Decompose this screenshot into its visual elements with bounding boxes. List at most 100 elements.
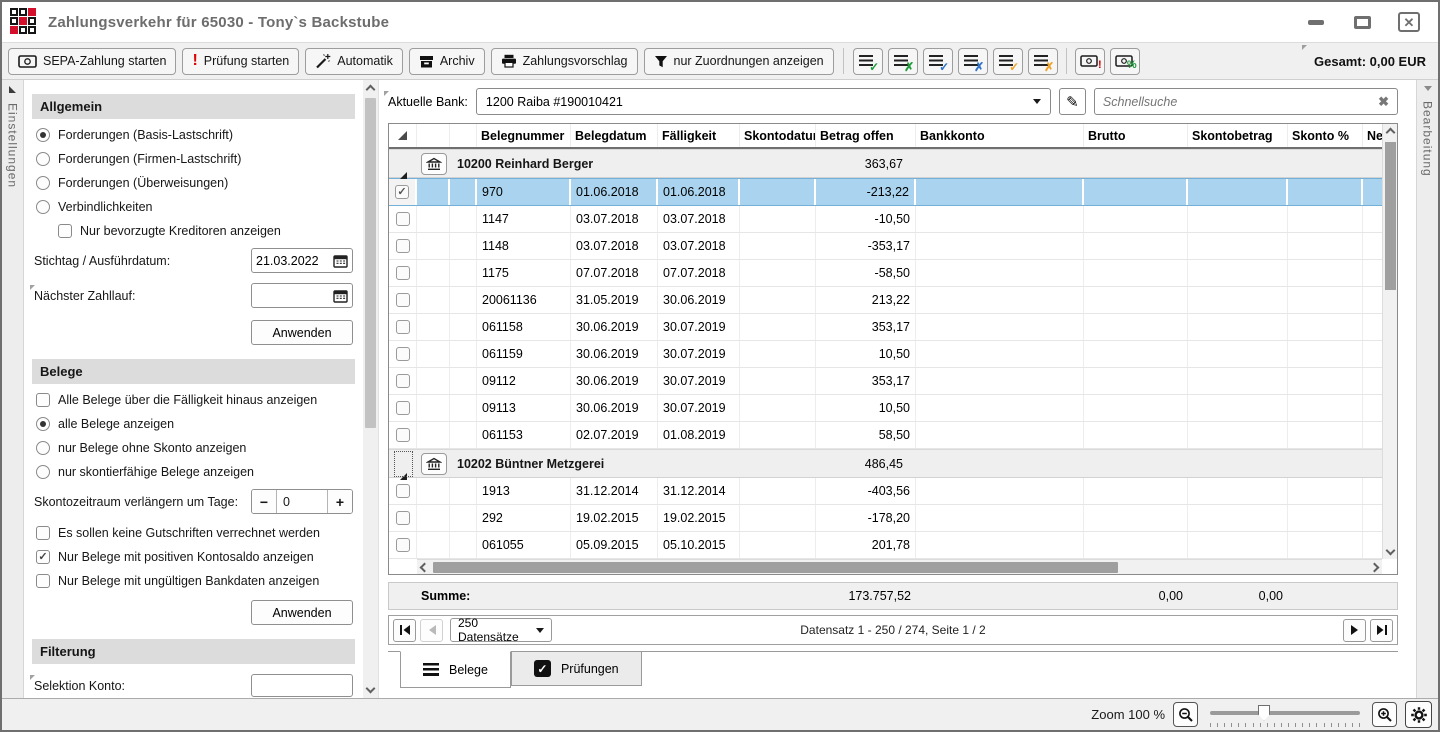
- settings-button[interactable]: [1405, 701, 1432, 728]
- checkbox-alle-belege-faelligkeit[interactable]: Alle Belege über die Fälligkeit hinaus a…: [36, 393, 355, 407]
- row-checkbox[interactable]: [396, 266, 410, 280]
- settings-strip[interactable]: Einstellungen: [2, 80, 24, 698]
- next-page-button[interactable]: [1343, 619, 1366, 642]
- table-row[interactable]: 06115930.06.201930.07.201910,50: [389, 341, 1382, 368]
- zahllauf-date-field[interactable]: [251, 283, 353, 308]
- row-checkbox[interactable]: [396, 374, 410, 388]
- column-header-belegdatum[interactable]: Belegdatum: [571, 124, 658, 147]
- table-row[interactable]: 06105505.09.201505.10.2015201,78: [389, 532, 1382, 559]
- scroll-left-icon[interactable]: [417, 560, 432, 575]
- selektion-konto-input[interactable]: [251, 674, 353, 697]
- first-page-button[interactable]: [393, 619, 416, 642]
- checkbox-nur-bevorzugte-kreditoren[interactable]: Nur bevorzugte Kreditoren anzeigen: [58, 224, 355, 238]
- sidebar-scrollbar[interactable]: [363, 80, 378, 698]
- column-header-colA[interactable]: [417, 124, 450, 147]
- allgemein-option-radio[interactable]: Forderungen (Basis-Lastschrift): [36, 128, 355, 142]
- column-header-skontobetrag[interactable]: Skontobetrag: [1188, 124, 1288, 147]
- belege-filter-checkbox[interactable]: Es sollen keine Gutschriften verrechnet …: [36, 526, 355, 540]
- toolbar-button-zahlungsvorschlag[interactable]: Zahlungsvorschlag: [491, 48, 638, 75]
- row-checkbox[interactable]: [396, 428, 410, 442]
- zoom-slider[interactable]: [1210, 702, 1360, 728]
- table-row[interactable]: 06115830.06.201930.07.2019353,17: [389, 314, 1382, 341]
- belege-option-radio[interactable]: nur skontierfähige Belege anzeigen: [36, 465, 355, 479]
- bank-account-button[interactable]: [421, 153, 447, 175]
- table-row[interactable]: 117507.07.201807.07.2018-58,50: [389, 260, 1382, 287]
- scroll-down-icon[interactable]: [1383, 543, 1398, 558]
- list-cross-blue-button[interactable]: ✗: [958, 48, 988, 75]
- quick-search-field[interactable]: ✖: [1094, 88, 1398, 115]
- stepper-minus-button[interactable]: −: [252, 490, 277, 513]
- stepper-plus-button[interactable]: +: [327, 490, 352, 513]
- allgemein-option-radio[interactable]: Verbindlichkeiten: [36, 200, 355, 214]
- stichtag-date-field[interactable]: [251, 248, 353, 273]
- column-header-faelligkeit[interactable]: Fälligkeit: [658, 124, 740, 147]
- group-collapse-toggle[interactable]: [389, 452, 417, 476]
- row-checkbox[interactable]: [396, 347, 410, 361]
- scrollbar-thumb[interactable]: [433, 562, 1118, 573]
- toolbar-button-sepa-zahlung-starten[interactable]: SEPA-Zahlung starten: [8, 48, 176, 75]
- row-checkbox[interactable]: [396, 484, 410, 498]
- select-all-icon[interactable]: [398, 131, 407, 140]
- calendar-icon[interactable]: [328, 249, 352, 272]
- scrollbar-thumb[interactable]: [1385, 142, 1396, 290]
- table-row[interactable]: 114803.07.201803.07.2018-353,17: [389, 233, 1382, 260]
- row-checkbox[interactable]: [396, 239, 410, 253]
- slider-handle[interactable]: [1258, 705, 1270, 721]
- row-checkbox[interactable]: [396, 401, 410, 415]
- column-header-collapse[interactable]: [389, 124, 417, 147]
- table-row[interactable]: 191331.12.201431.12.2014-403,56: [389, 478, 1382, 505]
- table-row[interactable]: 0911330.06.201930.07.201910,50: [389, 395, 1382, 422]
- scroll-up-icon[interactable]: [363, 82, 378, 97]
- table-row[interactable]: 29219.02.201519.02.2015-178,20: [389, 505, 1382, 532]
- scroll-right-icon[interactable]: [1367, 560, 1382, 575]
- row-checkbox[interactable]: [396, 511, 410, 525]
- zoom-out-button[interactable]: [1173, 702, 1198, 727]
- maximize-button[interactable]: [1352, 12, 1372, 32]
- row-checkbox[interactable]: [396, 293, 410, 307]
- row-checkbox[interactable]: [396, 538, 410, 552]
- list-check-blue-button[interactable]: ✓: [923, 48, 953, 75]
- allgemein-option-radio[interactable]: Forderungen (Firmen-Lastschrift): [36, 152, 355, 166]
- calendar-icon[interactable]: [328, 284, 352, 307]
- belege-filter-checkbox[interactable]: Nur Belege mit ungültigen Bankdaten anze…: [36, 574, 355, 588]
- list-cross-green-button[interactable]: ✗: [888, 48, 918, 75]
- list-cross-orange-button[interactable]: ✗: [1028, 48, 1058, 75]
- scroll-up-icon[interactable]: [1383, 125, 1398, 140]
- stepper-value[interactable]: 0: [277, 490, 327, 513]
- tab-pruefungen[interactable]: ✓ Prüfungen: [511, 652, 642, 686]
- allgemein-option-radio[interactable]: Forderungen (Überweisungen): [36, 176, 355, 190]
- row-checkbox[interactable]: [396, 320, 410, 334]
- table-row[interactable]: 06115302.07.201901.08.201958,50: [389, 422, 1382, 449]
- bank-select[interactable]: 1200 Raiba #190010421: [476, 88, 1051, 115]
- slider-track[interactable]: [1210, 711, 1360, 715]
- zoom-in-button[interactable]: [1372, 702, 1397, 727]
- grid-horizontal-scrollbar[interactable]: [417, 559, 1382, 574]
- row-checkbox[interactable]: [396, 212, 410, 226]
- column-header-betrag_offen[interactable]: Betrag offen: [816, 124, 916, 147]
- clear-search-icon[interactable]: ✖: [1378, 94, 1389, 110]
- list-check-green-button[interactable]: ✓: [853, 48, 883, 75]
- belege-filter-checkbox[interactable]: Nur Belege mit positiven Kontosaldo anze…: [36, 550, 355, 564]
- stichtag-date-input[interactable]: [252, 254, 328, 268]
- group-collapse-toggle[interactable]: [389, 155, 417, 173]
- money-percent-button[interactable]: %: [1110, 48, 1140, 75]
- last-page-button[interactable]: [1370, 619, 1393, 642]
- minimize-button[interactable]: [1306, 12, 1326, 32]
- bearbeitung-strip[interactable]: Bearbeitung: [1416, 80, 1438, 698]
- belege-option-radio[interactable]: alle Belege anzeigen: [36, 417, 355, 431]
- tab-belege[interactable]: Belege: [400, 651, 511, 688]
- toolbar-button-pr-fung-starten[interactable]: !Prüfung starten: [182, 48, 299, 75]
- toolbar-button-nur-zuordnungen-anzeigen[interactable]: nur Zuordnungen anzeigen: [644, 48, 834, 75]
- table-row[interactable]: 2006113631.05.201930.06.2019213,22: [389, 287, 1382, 314]
- edit-bank-button[interactable]: ✎: [1059, 88, 1086, 115]
- row-checkbox[interactable]: [395, 185, 409, 199]
- column-header-skontodatum[interactable]: Skontodatum: [740, 124, 816, 147]
- column-header-belegnummer[interactable]: Belegnummer: [477, 124, 571, 147]
- toolbar-button-archiv[interactable]: Archiv: [409, 48, 485, 75]
- table-row[interactable]: 114703.07.201803.07.2018-10,50: [389, 206, 1382, 233]
- table-row[interactable]: 97001.06.201801.06.2018-213,22: [389, 178, 1382, 206]
- anwenden-button-allgemein[interactable]: Anwenden: [251, 320, 353, 345]
- toolbar-button-automatik[interactable]: Automatik: [305, 48, 403, 75]
- column-header-netto[interactable]: Netto: [1363, 124, 1382, 147]
- column-header-colB[interactable]: [450, 124, 477, 147]
